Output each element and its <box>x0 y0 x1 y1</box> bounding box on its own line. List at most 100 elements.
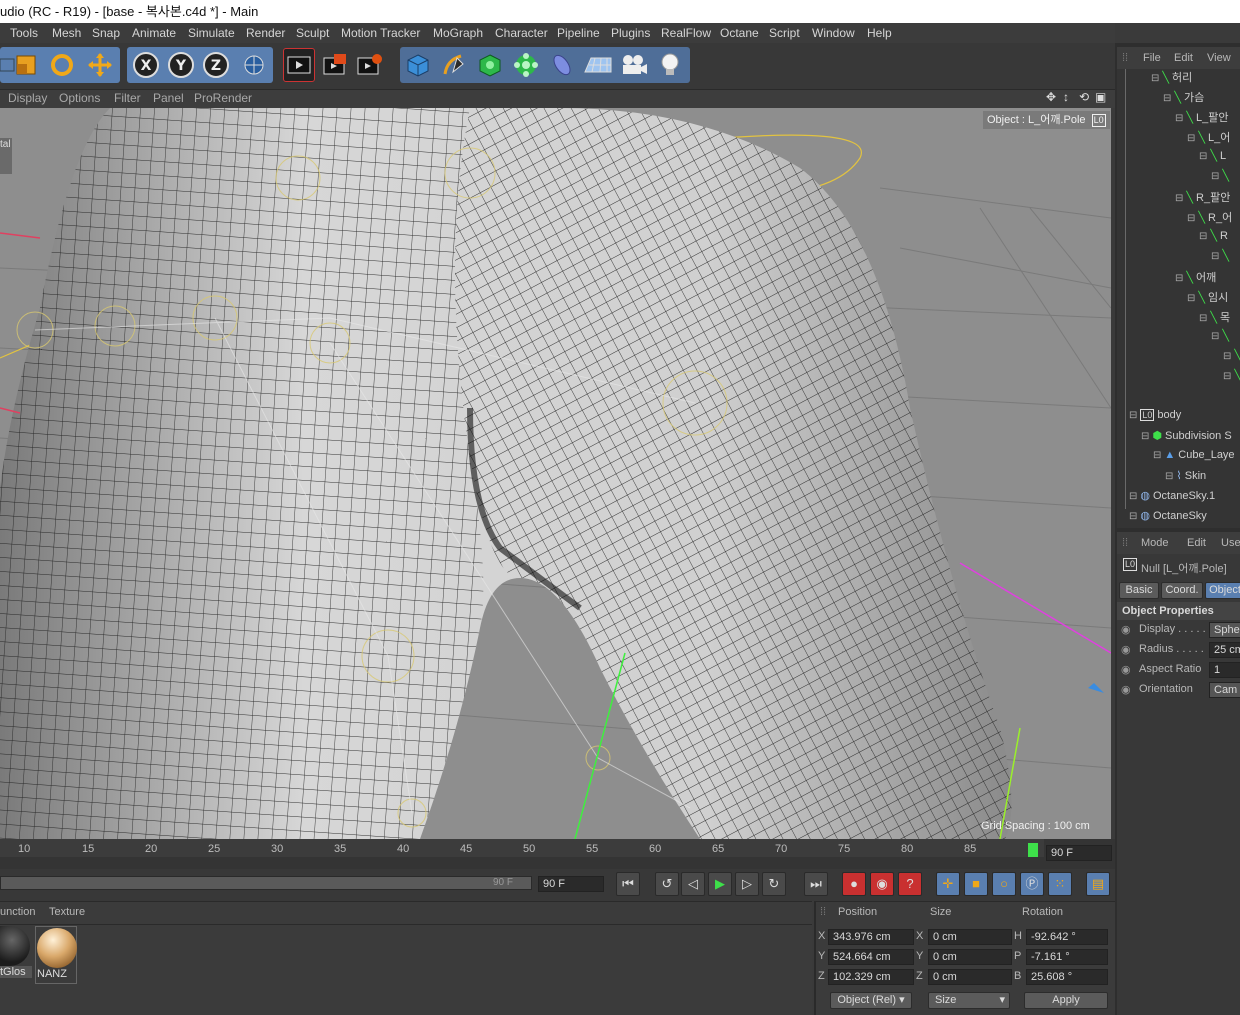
scale-icon[interactable] <box>10 48 42 82</box>
object-tree-row[interactable]: ⊟ ╲ <box>1211 169 1232 182</box>
object-tree-row[interactable]: ⊟ ╲ 허리 <box>1151 69 1192 85</box>
object-menu-edit[interactable]: Edit <box>1174 52 1193 64</box>
expand-toggle-icon[interactable]: ⊟ <box>1199 313 1207 324</box>
property-value[interactable]: Cam <box>1209 682 1240 698</box>
position-y-field[interactable]: 524.664 cm <box>828 949 914 965</box>
object-tree-row[interactable]: ⊟ ⬢ Subdivision S <box>1141 429 1232 442</box>
coordinate-mode-dropdown[interactable]: Object (Rel) ▾ <box>830 992 912 1009</box>
next-frame-icon[interactable]: ▷ <box>735 872 759 896</box>
expand-toggle-icon[interactable]: ⊟ <box>1223 351 1231 362</box>
key-point-level-icon[interactable]: ⁙ <box>1048 872 1072 896</box>
expand-toggle-icon[interactable]: ⊟ <box>1175 193 1183 204</box>
light-icon[interactable] <box>654 48 686 82</box>
rotation-h-field[interactable]: -92.642 ° <box>1026 929 1108 945</box>
render-view-icon[interactable] <box>283 48 315 82</box>
object-tree-row[interactable]: ⊟ ◍ OctaneSky <box>1129 509 1207 522</box>
menu-animate[interactable]: Animate <box>132 26 176 40</box>
record-keyframe-icon[interactable]: ● <box>842 872 866 896</box>
position-z-field[interactable]: 102.329 cm <box>828 969 914 985</box>
size-x-field[interactable]: 0 cm <box>928 929 1012 945</box>
next-key-icon[interactable]: ↻ <box>762 872 786 896</box>
menu-motion-tracker[interactable]: Motion Tracker <box>341 26 420 40</box>
size-y-field[interactable]: 0 cm <box>928 949 1012 965</box>
object-tree-row[interactable]: ⊟ ╲ 목 <box>1199 309 1230 325</box>
viewport-rotate-icon[interactable]: ⟲ <box>1079 90 1089 104</box>
menu-script[interactable]: Script <box>769 26 800 40</box>
material-item[interactable]: tGlos <box>0 926 32 984</box>
position-x-field[interactable]: 343.976 cm <box>828 929 914 945</box>
object-tree[interactable]: ⊟ ╲ 허리 ⊟ ╲ 가슴 ⊟ ╲ L_팔안 ⊟ ╲ L_어 ⊟ ╲ L ⊟ ╲ ⊟ ╲ R_팔안 ⊟ ╲ R_어 ⊟ ╲ R ⊟ ╲… <box>1117 69 1240 524</box>
autokey-icon[interactable]: ◉ <box>870 872 894 896</box>
key-rotation-icon[interactable]: ○ <box>992 872 1016 896</box>
object-menu-view[interactable]: View <box>1207 52 1231 64</box>
object-tree-row[interactable]: ⊟ L0 body <box>1129 409 1181 421</box>
menu-tools[interactable]: Tools <box>10 26 38 40</box>
world-axis-icon[interactable] <box>238 48 270 82</box>
expand-toggle-icon[interactable]: ⊟ <box>1151 73 1159 84</box>
expand-toggle-icon[interactable]: ⊟ <box>1175 273 1183 284</box>
keyframe-selection-icon[interactable]: ? <box>898 872 922 896</box>
object-tree-row[interactable]: ⊟ ▲ Cube_Laye <box>1153 449 1235 461</box>
expand-toggle-icon[interactable]: ⊟ <box>1129 410 1137 421</box>
key-parameter-icon[interactable]: Ⓟ <box>1020 872 1044 896</box>
apply-button[interactable]: Apply <box>1024 992 1108 1009</box>
object-tree-row[interactable]: ⊟ ╲ <box>1211 249 1232 262</box>
viewport-zoom-icon[interactable]: ↕ <box>1063 90 1069 104</box>
menu-window[interactable]: Window <box>812 26 855 40</box>
current-end-field[interactable]: 90 F <box>538 876 604 892</box>
playhead[interactable] <box>1028 843 1038 857</box>
object-tree-row[interactable]: ⊟ ╲ 가슴 <box>1163 89 1204 105</box>
expand-toggle-icon[interactable]: ⊟ <box>1153 450 1161 461</box>
menu-mesh[interactable]: Mesh <box>52 26 81 40</box>
rotation-b-field[interactable]: 25.608 ° <box>1026 969 1108 985</box>
camera-icon[interactable] <box>618 48 650 82</box>
menu-plugins[interactable]: Plugins <box>611 26 650 40</box>
object-tree-row[interactable]: ⊟ ╲ L_어 <box>1187 129 1230 145</box>
expand-toggle-icon[interactable]: ⊟ <box>1163 93 1171 104</box>
cloner-icon[interactable] <box>510 48 542 82</box>
animate-radio-icon[interactable]: ◉ <box>1121 683 1131 696</box>
end-frame-field[interactable]: 90 F <box>1046 845 1112 861</box>
object-tree-row[interactable]: ⊟ ╲ R_어 <box>1187 209 1232 225</box>
tab-object[interactable]: Object <box>1205 582 1240 599</box>
object-tree-row[interactable]: ⊟ ╲ L <box>1199 149 1226 162</box>
menu-octane[interactable]: Octane <box>720 26 759 40</box>
object-tree-row[interactable]: ⊟ ⌇ Skin <box>1165 469 1206 482</box>
previous-key-icon[interactable]: ↺ <box>655 872 679 896</box>
play-icon[interactable]: ▶ <box>708 872 732 896</box>
expand-toggle-icon[interactable]: ⊟ <box>1211 331 1219 342</box>
animate-radio-icon[interactable]: ◉ <box>1121 643 1131 656</box>
property-value[interactable]: 25 cm <box>1209 642 1240 658</box>
axis-y-button[interactable]: Y <box>165 48 197 82</box>
tab-coord[interactable]: Coord. <box>1161 582 1203 599</box>
object-tree-row[interactable]: ⊟ ╲ L_팔안 <box>1175 109 1229 125</box>
menu-sculpt[interactable]: Sculpt <box>296 26 329 40</box>
render-picture-queue-icon[interactable] <box>320 48 352 82</box>
attr-menu-edit[interactable]: Edit <box>1187 537 1206 549</box>
material-menu-texture[interactable]: Texture <box>49 906 85 918</box>
attr-menu-mode[interactable]: Mode <box>1141 537 1169 549</box>
viewport-menu-prorender[interactable]: ProRender <box>194 91 252 105</box>
property-value[interactable]: 1 <box>1209 662 1240 678</box>
expand-toggle-icon[interactable]: ⊟ <box>1199 151 1207 162</box>
go-to-start-icon[interactable]: ⏮ <box>616 872 640 896</box>
menu-simulate[interactable]: Simulate <box>188 26 235 40</box>
expand-toggle-icon[interactable]: ⊟ <box>1165 471 1173 482</box>
object-tree-row[interactable]: ⊟ ╲ <box>1211 329 1232 342</box>
key-position-icon[interactable]: ✛ <box>936 872 960 896</box>
menu-snap[interactable]: Snap <box>92 26 120 40</box>
pen-spline-icon[interactable] <box>438 48 470 82</box>
menu-character[interactable]: Character <box>495 26 548 40</box>
menu-realflow[interactable]: RealFlow <box>661 26 711 40</box>
move-icon[interactable] <box>84 48 116 82</box>
previous-frame-icon[interactable]: ◁ <box>681 872 705 896</box>
3d-viewport[interactable]: tal Object : L_어깨.Pole L0 Grid Spacing :… <box>0 108 1111 839</box>
expand-toggle-icon[interactable]: ⊟ <box>1199 231 1207 242</box>
menu-help[interactable]: Help <box>867 26 892 40</box>
frame-range-slider[interactable]: 90 F <box>0 876 532 890</box>
cube-primitive-icon[interactable] <box>402 48 434 82</box>
expand-toggle-icon[interactable]: ⊟ <box>1129 491 1137 502</box>
viewport-menu-options[interactable]: Options <box>59 91 100 105</box>
deformer-icon[interactable] <box>546 48 578 82</box>
size-mode-dropdown[interactable]: Size ▾ <box>928 992 1010 1009</box>
